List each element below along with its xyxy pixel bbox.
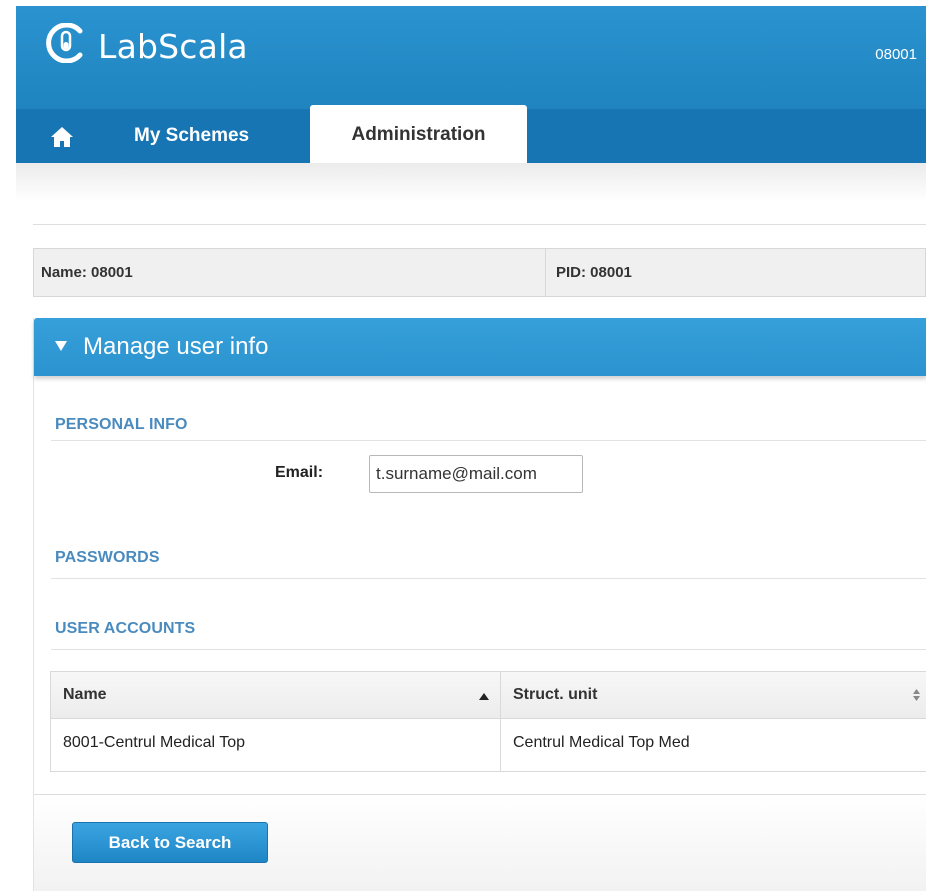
section-passwords[interactable]: PASSWORDS: [55, 549, 160, 567]
manage-user-panel: Manage user info PERSONAL INFO Email: PA…: [33, 318, 926, 891]
section-personal-info: PERSONAL INFO: [55, 416, 188, 433]
caret-down-icon: [55, 341, 67, 351]
user-name: Name: 08001: [41, 249, 546, 296]
app-name: LabScala: [98, 27, 248, 66]
column-header-name[interactable]: Name: [51, 672, 501, 719]
sort-ascending-icon[interactable]: [479, 693, 489, 700]
email-field[interactable]: [369, 455, 583, 493]
section-divider: [51, 440, 926, 441]
tab-my-schemes[interactable]: My Schemes: [134, 109, 249, 163]
sub-nav: [16, 163, 926, 201]
main-nav: My Schemes Administration: [16, 105, 926, 163]
panel-title: Manage user info: [83, 333, 269, 360]
table-row[interactable]: 8001-Centrul Medical Top Centrul Medical…: [51, 719, 926, 771]
user-accounts-table: Name Struct. unit 8001-Centrul Medical T…: [50, 671, 926, 772]
labscala-logo-icon: [46, 23, 83, 63]
column-header-struct-unit[interactable]: Struct. unit: [501, 672, 926, 719]
app-header: LabScala 08001: [16, 6, 926, 109]
divider: [33, 224, 926, 225]
section-user-accounts: USER ACCOUNTS: [55, 620, 196, 637]
table-cell-struct-unit: Centrul Medical Top Med: [513, 734, 690, 751]
email-label: Email:: [275, 464, 324, 481]
tab-administration[interactable]: Administration: [310, 105, 527, 163]
section-divider: [51, 649, 926, 650]
user-pid: PID: 08001: [556, 264, 632, 281]
panel-footer: Back to Search: [34, 794, 926, 891]
panel-header[interactable]: Manage user info: [34, 318, 926, 376]
column-header-label: Struct. unit: [513, 686, 598, 703]
logo[interactable]: LabScala: [32, 6, 332, 109]
sort-icon[interactable]: [913, 689, 920, 701]
section-divider: [51, 578, 926, 579]
user-id[interactable]: 08001: [875, 46, 917, 63]
table-header: Name Struct. unit: [51, 672, 926, 719]
table-cell-name: 8001-Centrul Medical Top: [51, 719, 501, 771]
back-to-search-button[interactable]: Back to Search: [72, 822, 268, 863]
user-info-row: Name: 08001 PID: 08001: [33, 248, 926, 297]
column-header-label: Name: [63, 686, 107, 703]
home-icon[interactable]: [50, 126, 74, 148]
